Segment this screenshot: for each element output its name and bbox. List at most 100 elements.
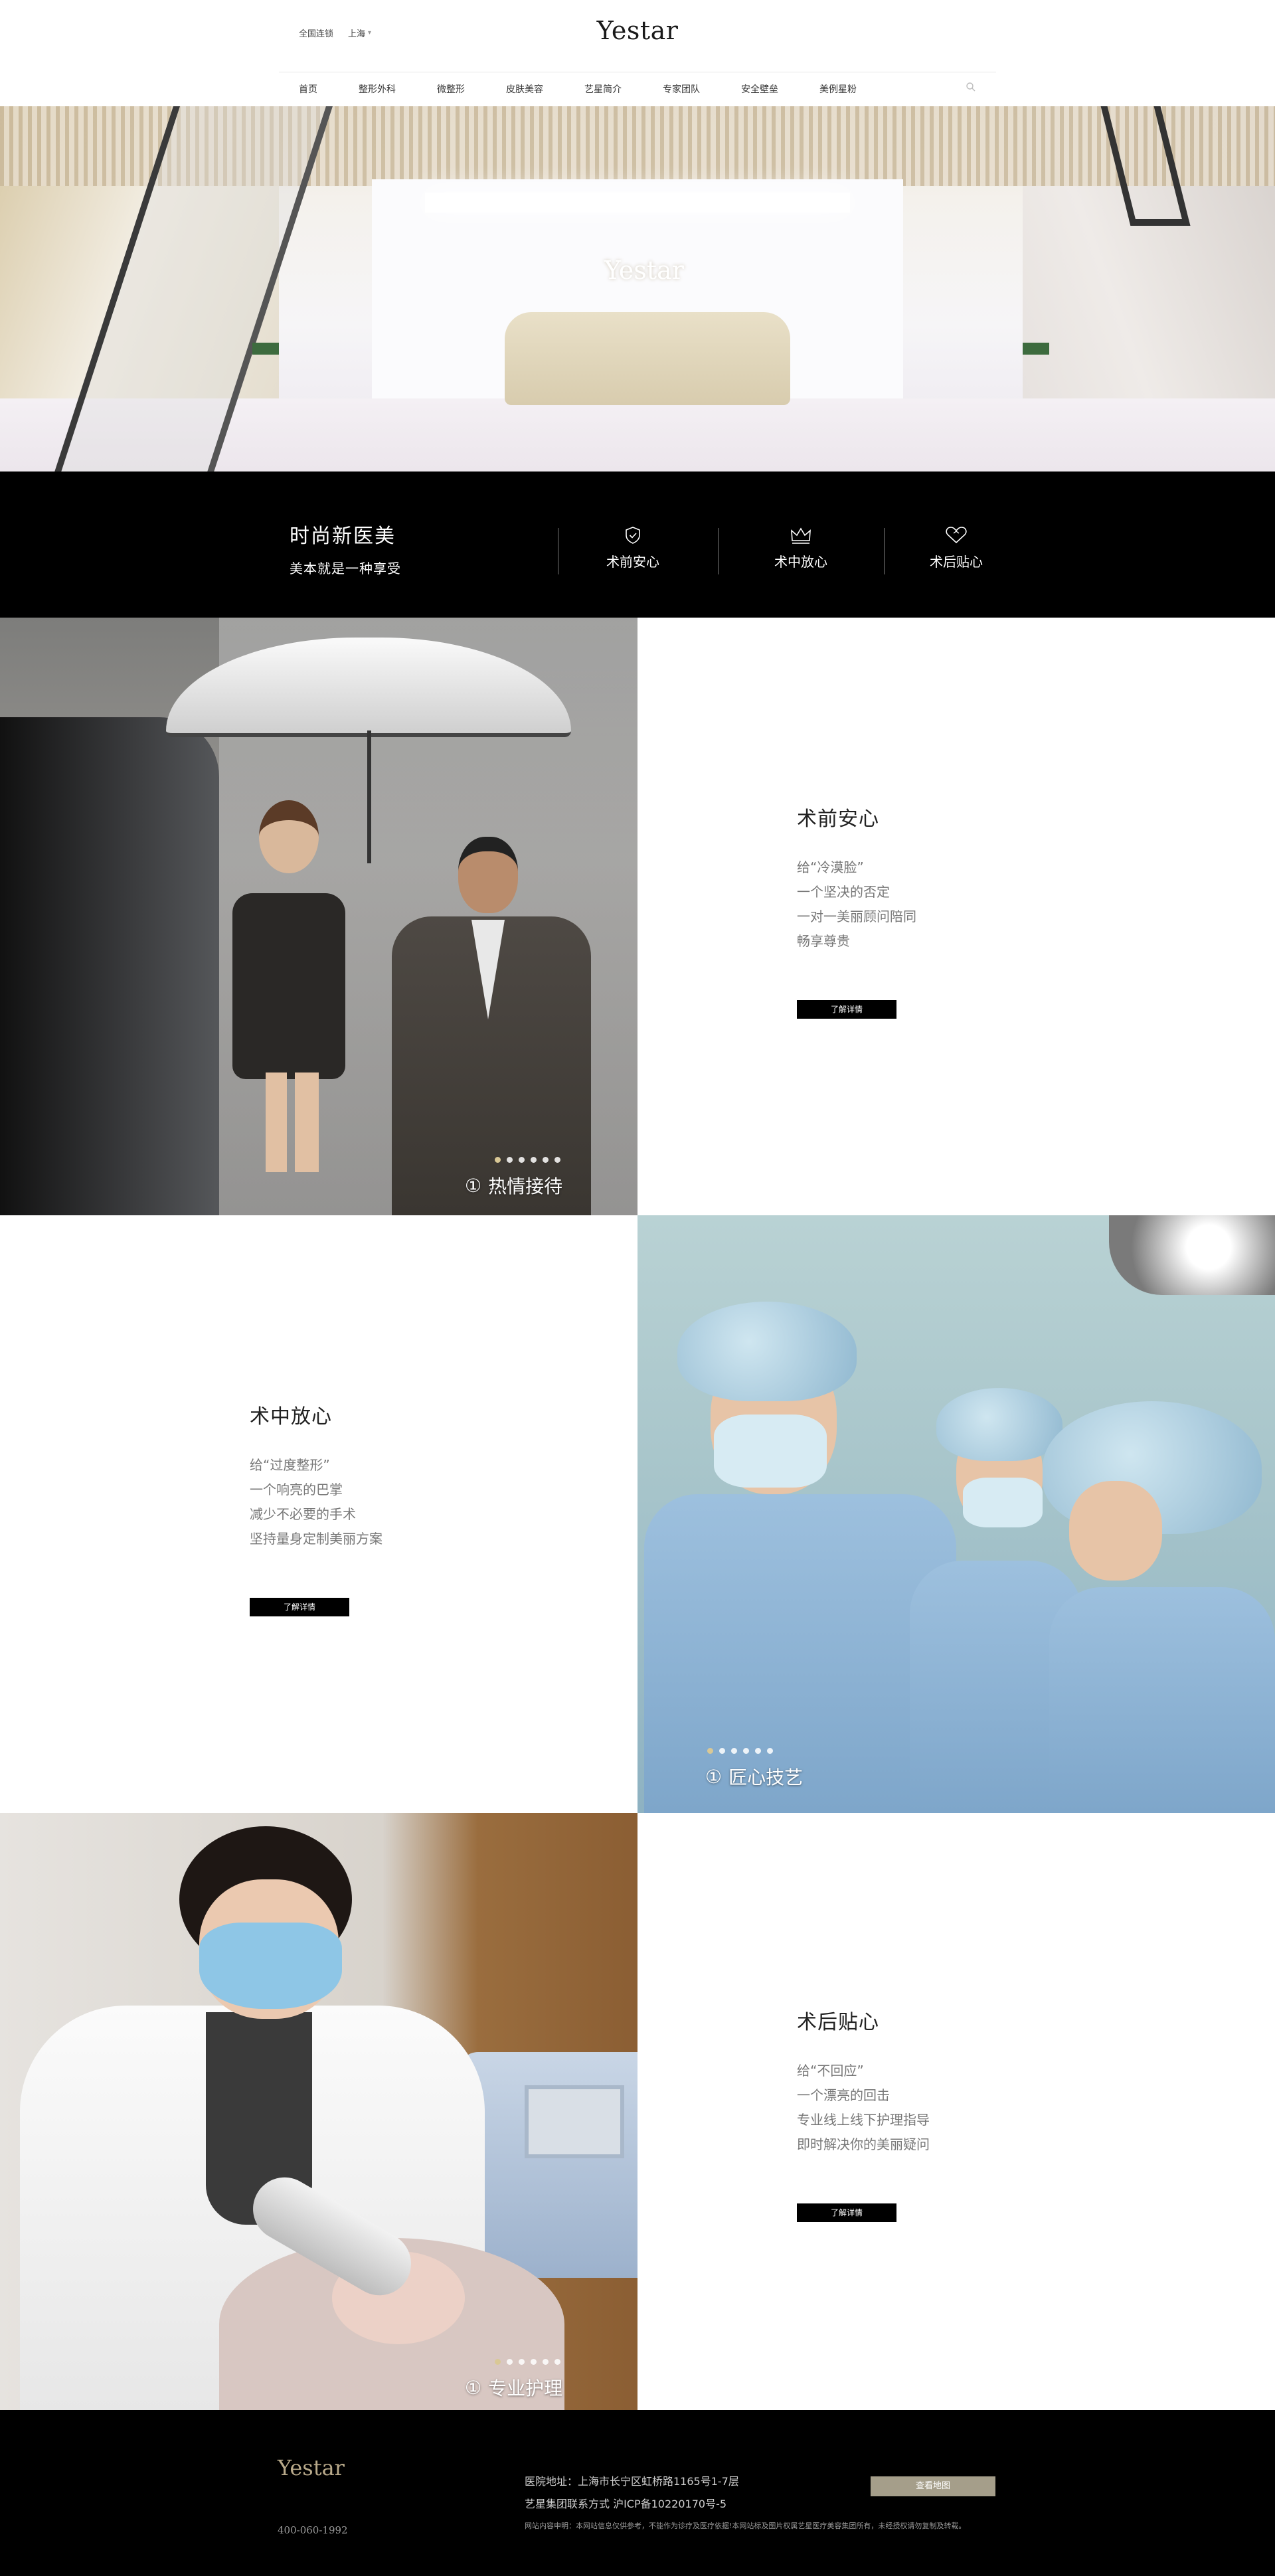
carousel-dot[interactable] (507, 1157, 513, 1163)
section-line: 畅享尊贵 (797, 933, 850, 949)
nav-item-home[interactable]: 首页 (299, 82, 317, 96)
section-line: 即时解决你的美丽疑问 (797, 2136, 930, 2152)
section-title: 术前安心 (797, 808, 879, 831)
learn-more-button[interactable]: 了解详情 (797, 2203, 896, 2222)
feature-post-op[interactable]: 术后贴心 (903, 526, 1009, 570)
carousel-dot[interactable] (531, 1157, 537, 1163)
guest-figure (219, 800, 352, 1172)
intra-op-text: 术中放心 给“过度整形” 一个响亮的巴掌 减少不必要的手术 坚持量身定制美丽方案… (250, 1400, 382, 1616)
care-photo: ① 专业护理 (0, 1813, 638, 2411)
feature-intra-op[interactable]: 术中放心 (748, 526, 854, 570)
search-icon[interactable] (966, 82, 976, 92)
carousel-dot[interactable] (719, 1748, 725, 1754)
nav-item-skin-beauty[interactable]: 皮肤美容 (506, 82, 543, 96)
section-line: 给“冷漠脸” (797, 859, 864, 875)
exit-sign (1023, 343, 1049, 355)
caption-text: 热情接待 (488, 1175, 563, 1197)
main-nav: 首页 整形外科 微整形 皮肤美容 艺星简介 专家团队 安全壁垒 美例星粉 (279, 72, 996, 106)
slogan-title: 时尚新医美 (290, 525, 396, 548)
host-figure (372, 837, 598, 1215)
slogan-subtitle: 美本就是一种享受 (290, 560, 401, 576)
carousel-dot[interactable] (495, 1157, 501, 1163)
caption-number: ① (465, 2376, 482, 2399)
pre-op-text: 术前安心 给“冷漠脸” 一个坚决的否定 一对一美丽顾问陪同 畅享尊贵 了解详情 (797, 802, 916, 1019)
divider (718, 528, 719, 574)
caption-text: 匠心技艺 (728, 1766, 804, 1788)
carousel-dot[interactable] (755, 1748, 761, 1754)
site-footer: Yestar 400-060-1992 医院地址：上海市长宁区虹桥路1165号1… (0, 2410, 1275, 2576)
section-line: 给“不回应” (797, 2063, 864, 2079)
section-pre-op: ① 热情接待 术前安心 给“冷漠脸” 一个坚决的否定 一对一美丽顾问陪同 畅享尊… (0, 618, 1275, 1215)
slide-caption: ① 专业护理 (465, 2374, 562, 2401)
section-line: 一个响亮的巴掌 (250, 1482, 343, 1498)
section-line: 一个漂亮的回击 (797, 2087, 890, 2103)
carousel-dot[interactable] (707, 1748, 713, 1754)
section-intra-op: 术中放心 给“过度整形” 一个响亮的巴掌 减少不必要的手术 坚持量身定制美丽方案… (0, 1215, 1275, 1813)
heart-icon (946, 527, 967, 544)
carousel-dot[interactable] (554, 2359, 560, 2365)
footer-disclaimer: 网站内容申明：本网站信息仅供参考，不能作为诊疗及医疗依据!本网站标及图片权属艺星… (525, 2522, 966, 2530)
learn-more-button[interactable]: 了解详情 (250, 1598, 349, 1616)
section-line: 一对一美丽顾问陪同 (797, 908, 916, 924)
crown-icon (791, 527, 811, 544)
nav-item-plastic-surgery[interactable]: 整形外科 (359, 82, 396, 96)
carousel-dots[interactable] (495, 2359, 560, 2365)
nav-item-experts[interactable]: 专家团队 (663, 82, 700, 96)
carousel-dot[interactable] (743, 1748, 749, 1754)
feature-label: 术中放心 (774, 554, 827, 570)
carousel-dot[interactable] (519, 1157, 525, 1163)
carousel-dot[interactable] (519, 2359, 525, 2365)
section-line: 一个坚决的否定 (797, 884, 890, 900)
footer-address: 医院地址：上海市长宁区虹桥路1165号1-7层 (525, 2475, 739, 2488)
learn-more-button[interactable]: 了解详情 (797, 1000, 896, 1019)
carousel-dot[interactable] (531, 2359, 537, 2365)
carousel-dot[interactable] (554, 1157, 560, 1163)
section-line: 减少不必要的手术 (250, 1506, 356, 1522)
section-line: 坚持量身定制美丽方案 (250, 1531, 382, 1547)
carousel-dot[interactable] (767, 1748, 773, 1754)
hero-banner: Yestar (0, 106, 1275, 472)
top-bar: 全国连锁 上海 ▾ Yestar (279, 0, 996, 72)
section-line: 专业线上线下护理指导 (797, 2112, 930, 2128)
carousel-dot[interactable] (543, 1157, 549, 1163)
reception-desk (505, 312, 790, 405)
slide-caption: ① 匠心技艺 (705, 1763, 803, 1790)
nav-item-about[interactable]: 艺星简介 (584, 82, 622, 96)
caption-number: ① (705, 1765, 722, 1788)
view-map-button[interactable]: 查看地图 (871, 2476, 995, 2496)
reception-photo: ① 热情接待 (0, 618, 638, 1215)
section-post-op: ① 专业护理 术后贴心 给“不回应” 一个漂亮的回击 专业线上线下护理指导 即时… (0, 1813, 1275, 2411)
site-header: 全国连锁 上海 ▾ Yestar 首页 整形外科 微整形 皮肤美容 艺星简介 专… (0, 0, 1275, 106)
section-title: 术中放心 (250, 1405, 332, 1428)
exit-sign (252, 343, 279, 355)
feature-band: 时尚新医美 美本就是一种享受 术前安心 术中放心 术后贴心 (0, 472, 1275, 618)
section-line: 给“过度整形” (250, 1457, 330, 1473)
carousel-dot[interactable] (543, 2359, 549, 2365)
footer-logo[interactable]: Yestar (278, 2455, 345, 2480)
surgical-lamp (1109, 1215, 1275, 1295)
hero-wall-logo: Yestar (604, 256, 684, 285)
feature-label: 术后贴心 (930, 554, 983, 570)
carousel-dot[interactable] (731, 1748, 737, 1754)
shield-check-icon (626, 527, 640, 544)
nav-item-safety[interactable]: 安全壁垒 (741, 82, 778, 96)
car (0, 717, 219, 1215)
carousel-dots[interactable] (707, 1748, 773, 1754)
surgery-photo: ① 匠心技艺 (638, 1215, 1275, 1813)
footer-phone: 400-060-1992 (278, 2524, 348, 2536)
section-title: 术后贴心 (797, 2011, 879, 2034)
carousel-dots[interactable] (495, 1157, 560, 1163)
caption-text: 专业护理 (488, 2377, 563, 2399)
carousel-dot[interactable] (507, 2359, 513, 2365)
site-logo[interactable]: Yestar (279, 16, 996, 45)
slide-caption: ① 热情接待 (465, 1172, 562, 1199)
nav-item-micro-plastic[interactable]: 微整形 (437, 82, 465, 96)
divider (884, 528, 885, 574)
caption-number: ① (465, 1174, 482, 1197)
nav-item-cases[interactable]: 美例星粉 (819, 82, 857, 96)
feature-pre-op[interactable]: 术前安心 (580, 526, 686, 570)
carousel-dot[interactable] (495, 2359, 501, 2365)
feature-label: 术前安心 (606, 554, 659, 570)
footer-contact: 艺星集团联系方式 沪ICP备10220170号-5 (525, 2498, 727, 2510)
post-op-text: 术后贴心 给“不回应” 一个漂亮的回击 专业线上线下护理指导 即时解决你的美丽疑… (797, 2006, 930, 2222)
